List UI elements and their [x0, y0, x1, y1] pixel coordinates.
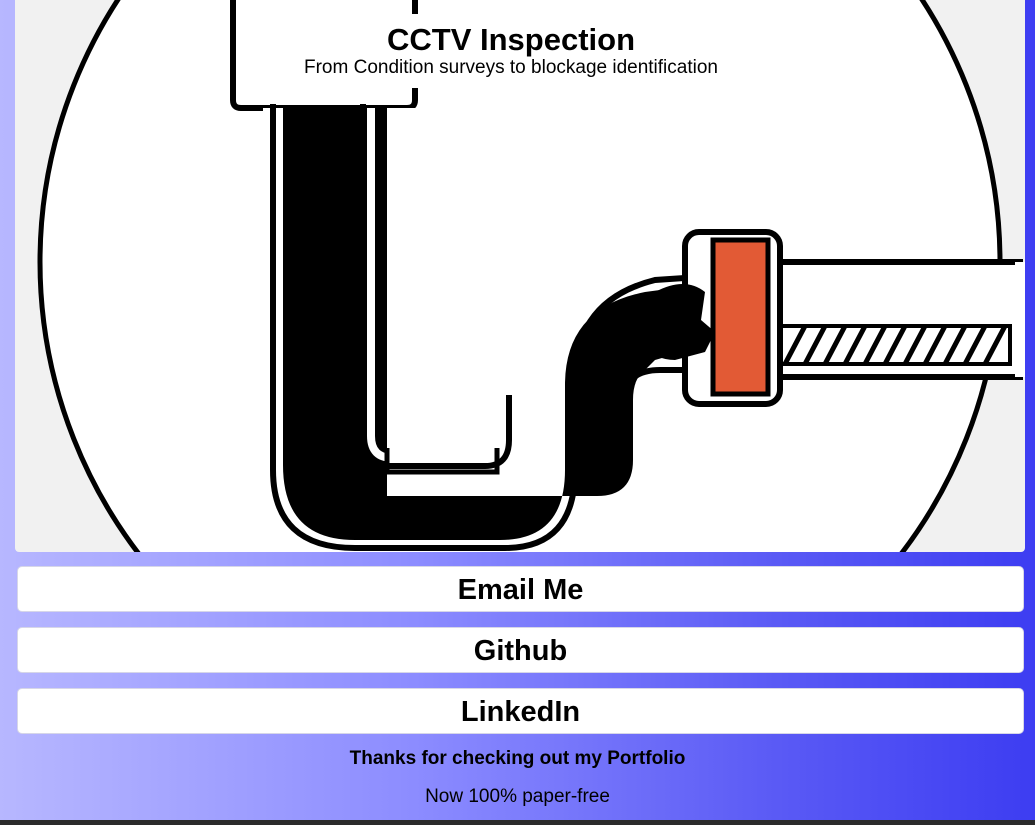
project-title: CCTV Inspection — [386, 22, 635, 57]
project-subtitle: From Condition surveys to blockage ident… — [304, 57, 718, 78]
footer-note-text: Now 100% paper-free — [425, 786, 610, 807]
bottom-edge-bar — [0, 820, 1035, 825]
footer-thanks-text: Thanks for checking out my Portfolio — [349, 748, 686, 769]
github-button[interactable]: Github — [17, 627, 1024, 673]
project-image-card: CCTV Inspection From Condition surveys t… — [15, 0, 1025, 552]
linkedin-button[interactable]: LinkedIn — [17, 688, 1024, 734]
cleaning-rod-hatch — [773, 324, 1012, 366]
email-me-button[interactable]: Email Me — [17, 566, 1024, 612]
project-caption: CCTV Inspection From Condition surveys t… — [293, 14, 729, 88]
